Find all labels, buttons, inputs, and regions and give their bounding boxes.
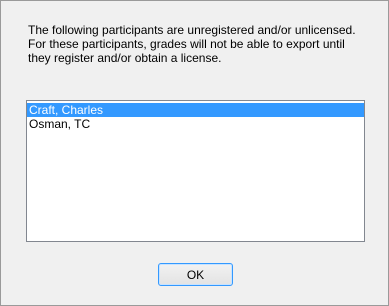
unregistered-participants-dialog: The following participants are unregiste…	[0, 0, 389, 306]
message-line-2: For these participants, grades will not …	[28, 37, 345, 51]
participants-listbox[interactable]: Craft, Charles Osman, TC	[26, 100, 365, 242]
participant-list-item[interactable]: Osman, TC	[27, 117, 364, 131]
participant-list-item[interactable]: Craft, Charles	[27, 103, 364, 117]
message-line-3: they register and/or obtain a license.	[28, 51, 222, 65]
message-line-1: The following participants are unregiste…	[28, 23, 356, 37]
ok-button[interactable]: OK	[158, 263, 233, 286]
dialog-message: The following participants are unregiste…	[28, 23, 378, 65]
